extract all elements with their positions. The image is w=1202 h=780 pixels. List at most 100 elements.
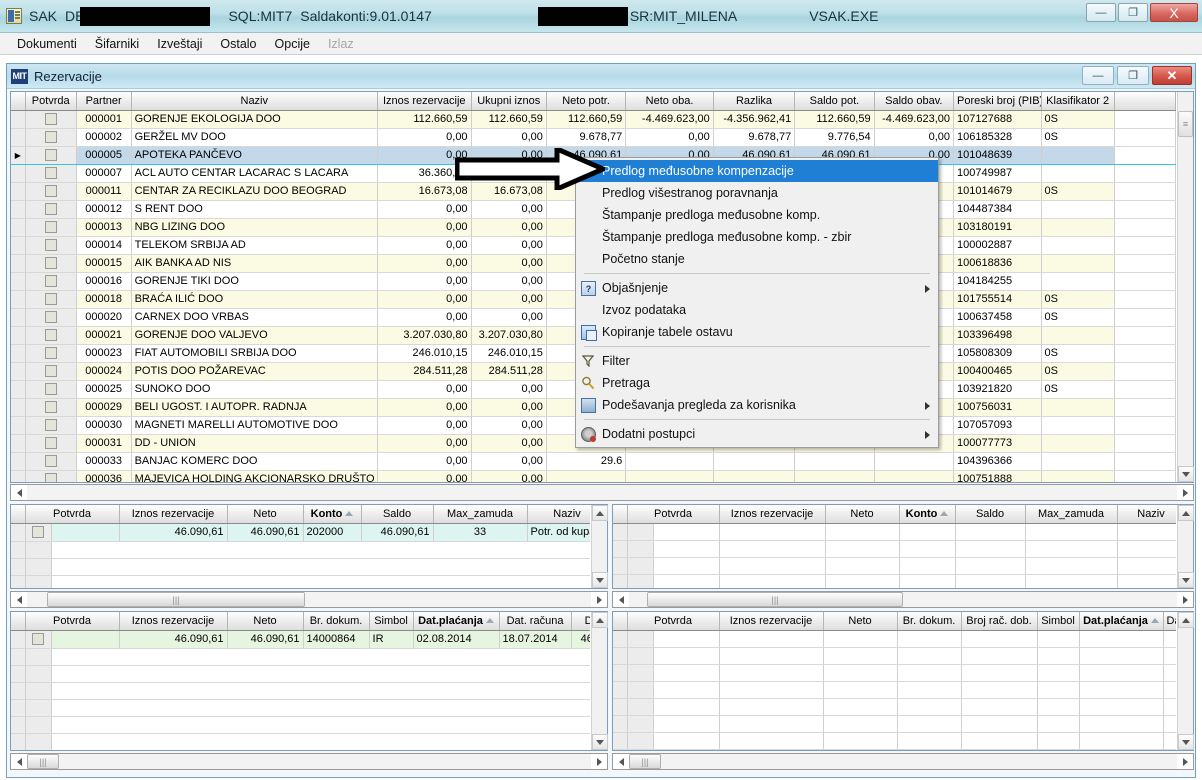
cell-poreski-broj[interactable]: 106185328 [953, 128, 1042, 147]
br-scroll-up-button[interactable] [1178, 612, 1194, 628]
row-selector[interactable] [613, 681, 628, 699]
cell-klasifikator-2[interactable] [1041, 164, 1115, 183]
mid-left-col-konto[interactable]: Konto [303, 505, 362, 524]
cell-partner[interactable]: 000031 [76, 434, 132, 453]
potvrda-checkbox[interactable] [25, 236, 77, 255]
context-menu-item-tampanje-predloga-me-usobne-komp-zbir[interactable]: Štampanje predloga međusobne komp. - zbi… [576, 226, 938, 248]
col-neto-potr[interactable]: Neto potr. [546, 92, 627, 111]
table-row-empty[interactable] [11, 682, 590, 700]
cell-klasifikator-2[interactable] [1041, 398, 1115, 417]
cell-poreski-broj[interactable]: 101014679 [953, 182, 1042, 201]
cell-poreski-broj[interactable]: 103180191 [953, 218, 1042, 237]
row-selector[interactable] [613, 557, 628, 575]
cell-partner[interactable]: 000005 [76, 145, 132, 165]
cell-klasifikator-2[interactable] [1041, 236, 1115, 255]
cell-saldo-pot[interactable] [794, 452, 875, 471]
cell-naziv[interactable]: AIK BANKA AD NIS [131, 254, 378, 273]
row-selector[interactable] [11, 648, 26, 666]
cell-saldo-obav[interactable] [874, 452, 955, 471]
table-row[interactable]: 46.090,61 46.090,61 202000 46.090,61 33 Potr.… [11, 523, 590, 542]
potvrda-checkbox[interactable] [25, 648, 52, 666]
cell-partner[interactable]: 000014 [76, 236, 132, 255]
potvrda-checkbox[interactable] [627, 574, 654, 588]
cell-naziv[interactable]: POTIS DOO POŽAREVAC [131, 362, 378, 381]
potvrda-checkbox[interactable] [627, 647, 654, 665]
br-col-dat-racuna[interactable]: Dat. računa [1163, 612, 1176, 631]
row-selector[interactable]: ▶ [11, 145, 26, 165]
potvrda-checkbox[interactable] [627, 664, 654, 682]
bottom-right-horizontal-scrollbar[interactable]: ||| [612, 753, 1194, 770]
potvrda-checkbox[interactable] [25, 733, 52, 750]
cell-ukupni-iznos[interactable]: 284.511,28 [471, 362, 547, 381]
potvrda-checkbox[interactable] [25, 470, 77, 482]
cell-neto[interactable]: 46.090,61 [227, 630, 304, 649]
cell-klasifikator-2[interactable] [1041, 272, 1115, 291]
cell-partner[interactable]: 000030 [76, 416, 132, 435]
main-hscroll-right-button[interactable] [1177, 485, 1193, 500]
potvrda-checkbox[interactable] [25, 362, 77, 381]
mid-left-col-max-zamuda[interactable]: Max_zamuda [433, 505, 528, 524]
cell-ukupni-iznos[interactable]: 0,00 [471, 398, 547, 417]
row-selector[interactable] [11, 416, 26, 435]
cell-poreski-broj[interactable]: 103396498 [953, 326, 1042, 345]
cell-neto-oba[interactable] [625, 470, 714, 482]
cell-razlika[interactable]: 9.678,77 [713, 128, 796, 147]
table-row-empty[interactable] [613, 732, 1176, 750]
cell-naziv[interactable]: BELI UGOST. I AUTOPR. RADNJA [131, 398, 378, 417]
mid-right-col-potvrda[interactable]: Potvrda [627, 505, 720, 524]
cell-partner[interactable]: 000021 [76, 326, 132, 345]
mid-left-col-naziv[interactable]: Naziv [527, 505, 590, 524]
cell-poreski-broj[interactable]: 104184255 [953, 272, 1042, 291]
cell-klasifikator-2[interactable] [1041, 200, 1115, 219]
rezervacije-close-button[interactable]: ✕ [1152, 66, 1192, 85]
br-col-iznos-rezervacije[interactable]: Iznos rezervacije [719, 612, 824, 631]
row-selector[interactable] [11, 452, 26, 471]
cell-partner[interactable]: 000018 [76, 290, 132, 309]
mid-left-col-neto[interactable]: Neto [227, 505, 304, 524]
cell-ukupni-iznos[interactable]: 0,00 [471, 434, 547, 453]
bl-scroll-up-button[interactable] [592, 612, 608, 628]
table-row-empty[interactable] [613, 540, 1176, 558]
row-selector[interactable] [11, 362, 26, 381]
potvrda-checkbox[interactable] [627, 681, 654, 699]
cell-poreski-broj[interactable]: 100749987 [953, 164, 1042, 183]
row-selector[interactable] [11, 665, 26, 683]
potvrda-checkbox[interactable] [627, 557, 654, 575]
row-selector[interactable] [11, 164, 26, 183]
mid-right-col-max-zamuda[interactable]: Max_zamuda [1025, 505, 1118, 524]
cell-neto-oba[interactable] [625, 452, 714, 471]
menu-item-opcije[interactable]: Opcije [266, 35, 319, 53]
cell-naziv[interactable]: GERŽEL MV DOO [131, 128, 378, 147]
table-row-empty[interactable] [11, 541, 590, 559]
row-selector[interactable] [11, 308, 26, 327]
col-saldo-pot[interactable]: Saldo pot. [794, 92, 875, 111]
cell-iznos-rezervacije[interactable]: 0,00 [377, 254, 472, 273]
cell-neto-potr[interactable]: 29.6 [546, 452, 627, 471]
row-selector[interactable] [11, 575, 26, 588]
row-selector[interactable] [11, 733, 26, 750]
br-col-dat-placanja[interactable]: Dat.plaćanja [1079, 612, 1164, 631]
mid-left-hscroll-thumb[interactable]: ||| [47, 592, 305, 607]
main-grid-scroll-thumb[interactable]: ≡ [1178, 111, 1193, 137]
context-menu-item-pode-avanja-pregleda-za-korisnika[interactable]: Podešavanja pregleda za korisnika [576, 394, 938, 416]
cell-naziv[interactable]: ACL AUTO CENTAR LACARAC S LACARA [131, 164, 378, 183]
cell-ukupni-iznos[interactable]: 0,00 [471, 218, 547, 237]
potvrda-checkbox[interactable] [627, 698, 654, 716]
table-row-empty[interactable] [613, 523, 1176, 541]
cell-partner[interactable]: 000007 [76, 164, 132, 183]
table-row-empty[interactable] [11, 575, 590, 588]
main-hscroll-track[interactable] [27, 485, 1177, 500]
table-row-empty[interactable] [11, 699, 590, 717]
cell-partner[interactable]: 000016 [76, 272, 132, 291]
cell-dat-placanja[interactable]: 02.08.2014 [413, 630, 500, 649]
table-row-empty[interactable] [613, 574, 1176, 588]
cell-klasifikator-2[interactable]: 0S [1041, 344, 1115, 363]
cell-poreski-broj[interactable]: 100077773 [953, 434, 1042, 453]
cell-poreski-broj[interactable]: 101048639 [953, 145, 1042, 165]
mid-left-vertical-scrollbar[interactable] [591, 505, 608, 588]
cell-poreski-broj[interactable]: 105808309 [953, 344, 1042, 363]
cell-poreski-broj[interactable]: 100756031 [953, 398, 1042, 417]
cell-razlika[interactable] [713, 452, 796, 471]
cell-simbol[interactable]: IR [369, 630, 414, 649]
cell-saldo-obav[interactable] [874, 470, 955, 482]
